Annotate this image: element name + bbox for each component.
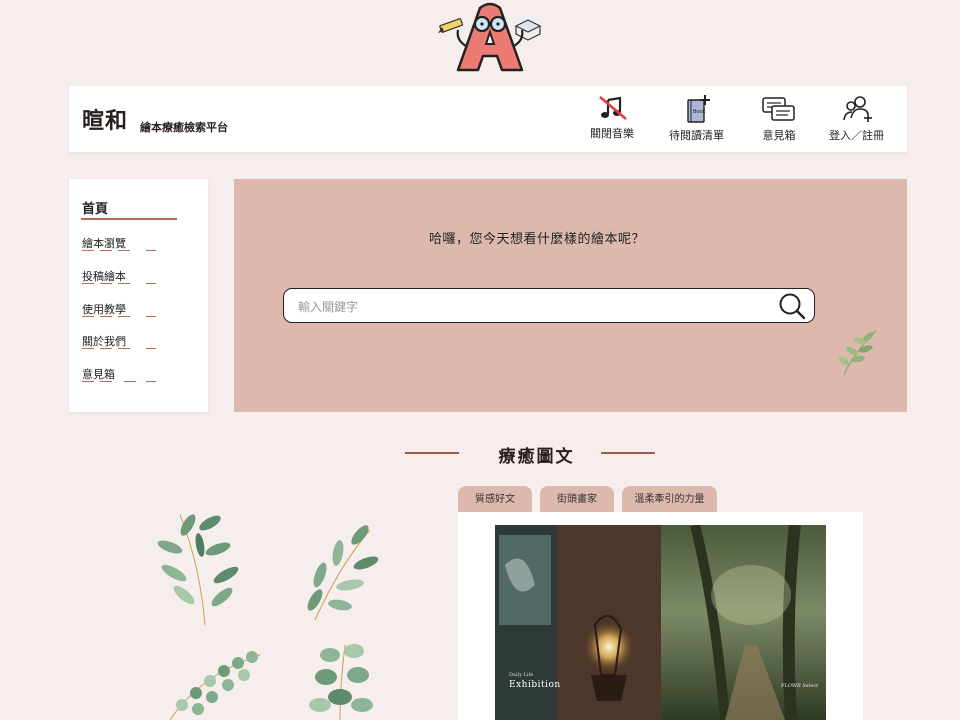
sidebar: 首頁 繪本瀏覽 投稿繪本 使用教學 關於我們 意見箱 — [69, 179, 208, 412]
mascot-logo — [436, 0, 544, 76]
feedback-chat-icon — [762, 97, 795, 121]
reading-list-button[interactable]: Book 待閱讀清單 — [669, 94, 724, 148]
music-off-icon — [599, 96, 627, 120]
image-caption: Exhibition — [509, 680, 561, 690]
search-input[interactable] — [296, 295, 760, 319]
search-bar — [283, 288, 815, 323]
music-toggle-button[interactable]: 關閉音樂 — [590, 94, 634, 148]
brand-name[interactable]: 暄和 — [82, 103, 128, 135]
sidebar-item-submit[interactable]: 投稿繪本 — [82, 268, 156, 284]
reading-list-icon: Book — [686, 95, 710, 123]
tab-gentle-guidance[interactable]: 溫柔牽引的力量 — [622, 486, 717, 513]
tab-quality-articles[interactable]: 質感好文 — [458, 486, 532, 513]
decorative-leaves-illustration — [157, 514, 379, 720]
hero-banner: 哈囉，您今天想看什麼樣的繪本呢？ — [234, 179, 907, 412]
sidebar-item-label: 關於我們 — [82, 335, 126, 348]
pencil-icon — [438, 18, 464, 33]
brand-subtitle: 繪本療癒檢索平台 — [140, 121, 228, 134]
user-add-icon — [842, 96, 872, 122]
leaf-sprig-icon — [839, 330, 877, 376]
sidebar-item-about[interactable]: 關於我們 — [82, 333, 156, 349]
tab-street-painters[interactable]: 街頭畫家 — [540, 486, 614, 513]
image-caption-right: FLOWR Select — [781, 683, 819, 689]
sidebar-title[interactable]: 首頁 — [82, 198, 108, 217]
svg-text:Book: Book — [693, 109, 706, 115]
music-toggle-label: 關閉音樂 — [590, 127, 634, 140]
image-caption-small: Daily Life — [509, 672, 534, 678]
sidebar-item-label: 投稿繪本 — [82, 270, 126, 283]
sidebar-item-label: 意見箱 — [82, 368, 115, 381]
reading-list-label: 待閱讀清單 — [669, 129, 724, 142]
feedback-label: 意見箱 — [762, 129, 796, 142]
feedback-button[interactable]: 意見箱 — [761, 94, 797, 148]
top-header: 暄和 繪本療癒檢索平台 關閉音樂 Book 待閱讀清單 意見箱 登入／註冊 — [69, 86, 907, 152]
section-title: 療癒圖文 — [498, 447, 575, 467]
section-divider-right — [601, 452, 655, 454]
search-icon[interactable] — [778, 292, 806, 320]
sidebar-title-underline — [81, 218, 177, 220]
book-icon — [514, 19, 542, 41]
featured-image[interactable]: Daily Life Exhibition FLOWR Select — [495, 525, 826, 720]
sidebar-item-label: 使用教學 — [82, 303, 126, 316]
sidebar-item-label: 繪本瀏覽 — [82, 237, 126, 250]
login-register-label: 登入／註冊 — [829, 129, 884, 142]
sidebar-item-browse[interactable]: 繪本瀏覽 — [82, 235, 156, 251]
greeting-text: 哈囉，您今天想看什麼樣的繪本呢？ — [428, 232, 645, 247]
sidebar-item-feedback[interactable]: 意見箱 — [82, 366, 156, 382]
login-register-button[interactable]: 登入／註冊 — [829, 94, 884, 148]
sidebar-item-tutorial[interactable]: 使用教學 — [82, 301, 156, 317]
